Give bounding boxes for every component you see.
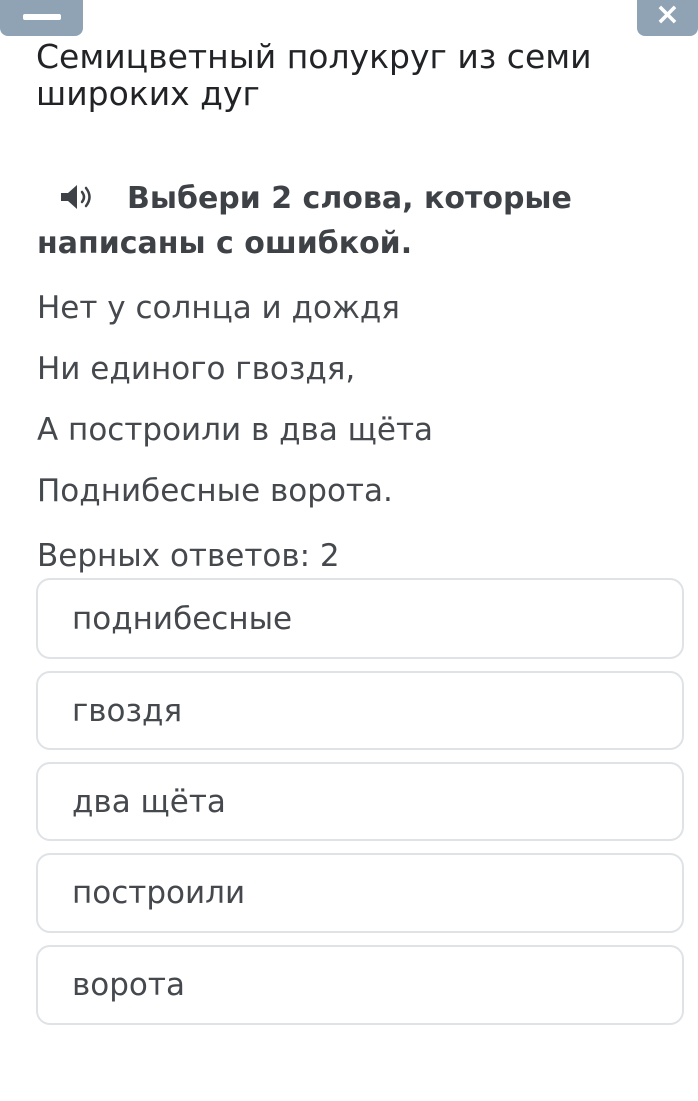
poem-line: Ни единого гвоздя, xyxy=(37,351,356,387)
task-instruction: Выбери 2 слова, которые написаны с ошибк… xyxy=(37,176,677,266)
task-title: Семицветный полукруг из семи широких дуг xyxy=(36,37,592,113)
poem: Нет у солнца и дождя Ни единого гвоздя, … xyxy=(37,278,677,522)
option-button[interactable]: поднибесные xyxy=(36,578,684,659)
option-button[interactable]: построили xyxy=(36,853,684,933)
answers-count: Верных ответов: 2 xyxy=(37,538,340,574)
poem-line: Нет у солнца и дождя xyxy=(37,290,400,326)
close-button[interactable]: × xyxy=(637,0,698,36)
poem-line: А построили в два щёта xyxy=(37,412,434,448)
hamburger-icon xyxy=(22,14,61,20)
answer-options: поднибесные гвоздя два щёта построили во… xyxy=(36,578,684,1037)
option-button[interactable]: ворота xyxy=(36,945,684,1025)
option-button[interactable]: гвоздя xyxy=(36,671,684,750)
menu-button[interactable] xyxy=(0,0,83,36)
close-icon: × xyxy=(654,0,681,32)
speaker-icon[interactable] xyxy=(59,182,119,212)
option-button[interactable]: два щёта xyxy=(36,762,684,841)
poem-line: Поднибесные ворота. xyxy=(37,473,393,509)
